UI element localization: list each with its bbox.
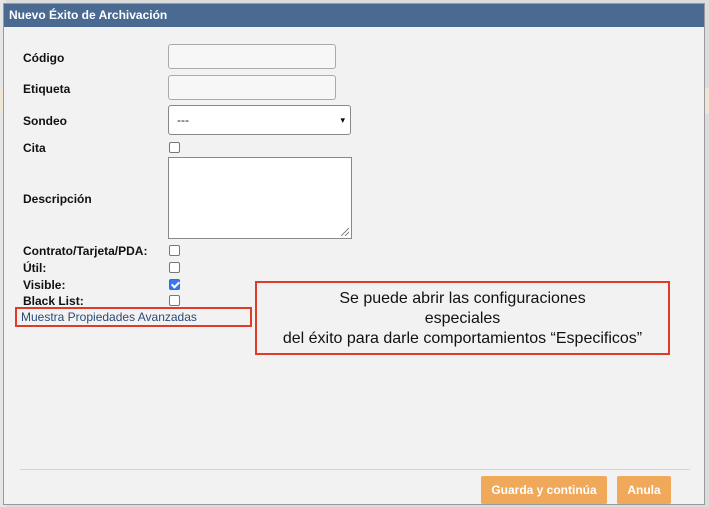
callout-line-2: especiales: [424, 310, 501, 327]
cita-label: Cita: [23, 141, 46, 155]
dialog-title: Nuevo Éxito de Archivación: [4, 4, 704, 27]
blacklist-label: Black List:: [23, 294, 84, 308]
codigo-input[interactable]: [168, 44, 336, 69]
footer-divider: [20, 469, 690, 470]
util-label: Útil:: [23, 261, 47, 275]
callout-line-1: Se puede abrir las configuraciones: [339, 290, 586, 307]
save-and-continue-button[interactable]: Guarda y continúa: [481, 476, 607, 504]
sondeo-selected-value: ---: [177, 113, 189, 127]
new-success-dialog: Nuevo Éxito de Archivación Código Etique…: [3, 3, 705, 505]
codigo-label: Código: [23, 51, 65, 65]
annotation-callout: Se puede abrir las configuraciones espec…: [255, 281, 670, 355]
sondeo-select[interactable]: --- ▾: [168, 105, 351, 135]
sondeo-label: Sondeo: [23, 114, 67, 128]
util-checkbox[interactable]: [169, 262, 180, 273]
cita-checkbox[interactable]: [169, 142, 180, 153]
contrato-label: Contrato/Tarjeta/PDA:: [23, 244, 148, 258]
visible-checkbox[interactable]: [169, 279, 180, 290]
blacklist-checkbox[interactable]: [169, 295, 180, 306]
chevron-down-icon: ▾: [340, 115, 345, 125]
descripcion-label: Descripción: [23, 192, 92, 206]
etiqueta-label: Etiqueta: [23, 82, 71, 96]
visible-label: Visible:: [23, 278, 66, 292]
contrato-checkbox[interactable]: [169, 245, 180, 256]
descripcion-textarea[interactable]: [168, 157, 352, 239]
callout-line-3: del éxito para darle comportamientos “Es…: [282, 330, 643, 347]
resize-grip-icon[interactable]: [341, 228, 349, 236]
etiqueta-input[interactable]: [168, 75, 336, 100]
show-advanced-properties-link[interactable]: Muestra Propiedades Avanzadas: [15, 307, 252, 327]
cancel-button[interactable]: Anula: [617, 476, 671, 504]
